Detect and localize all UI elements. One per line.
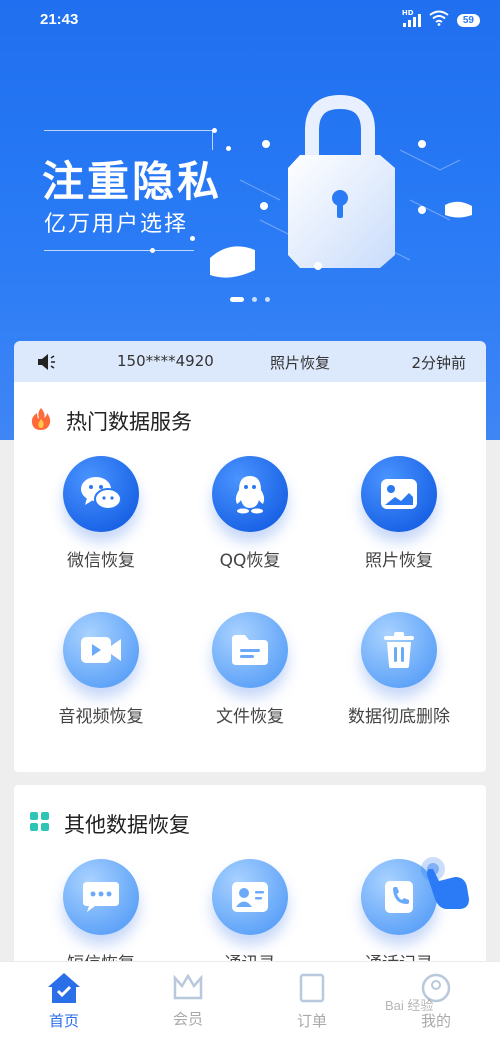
service-contacts-recovery[interactable]: 通讯录 xyxy=(175,859,325,974)
service-sms-recovery[interactable]: 短信恢复 xyxy=(26,859,176,974)
order-icon xyxy=(298,973,326,1008)
fire-icon xyxy=(30,407,52,435)
service-qq-recovery[interactable]: QQ恢复 xyxy=(175,456,325,571)
status-bar: 21:43 HD 59 xyxy=(0,0,500,40)
service-label: 照片恢复 xyxy=(365,551,433,571)
crown-icon xyxy=(172,973,204,1006)
decor-dot xyxy=(150,248,155,253)
folder-icon xyxy=(212,612,288,688)
other-recovery-header: 其他数据恢复 xyxy=(30,809,190,839)
recent-activity-notice: 150****4920 照片恢复 2分钟前 xyxy=(14,341,486,382)
sms-icon xyxy=(63,859,139,935)
page-dot xyxy=(252,297,257,302)
qq-penguin-icon xyxy=(212,456,288,532)
tab-label: 订单 xyxy=(296,1012,327,1030)
notice-time: 2分钟前 xyxy=(411,354,466,372)
pointing-hand-icon xyxy=(419,855,475,919)
service-label: 文件恢复 xyxy=(216,707,284,727)
decor-line xyxy=(44,130,214,131)
decor-dot xyxy=(190,236,195,241)
other-recovery-card: 其他数据恢复 短信恢复 通讯录 xyxy=(14,785,486,985)
tab-membership[interactable]: 会员 xyxy=(138,972,238,1029)
trash-icon xyxy=(361,612,437,688)
speaker-icon xyxy=(36,353,58,375)
banner-subtitle: 亿万用户选择 xyxy=(44,212,189,237)
home-icon xyxy=(47,973,81,1008)
banner-pagination xyxy=(230,297,270,302)
notice-service: 照片恢复 xyxy=(270,354,331,372)
hot-services-title: 热门数据服务 xyxy=(66,410,192,434)
service-wechat-recovery[interactable]: 微信恢复 xyxy=(26,456,176,571)
service-label: 音视频恢复 xyxy=(58,707,144,727)
hot-services-header: 热门数据服务 xyxy=(30,406,192,436)
service-secure-delete[interactable]: 数据彻底删除 xyxy=(324,612,474,727)
tab-orders[interactable]: 订单 xyxy=(262,972,362,1031)
video-icon xyxy=(63,612,139,688)
decor-line xyxy=(44,250,194,251)
service-photo-recovery[interactable]: 照片恢复 xyxy=(324,456,474,571)
battery-indicator: 59 xyxy=(456,13,480,27)
service-label: 数据彻底删除 xyxy=(348,707,450,727)
grid-icon xyxy=(30,812,50,836)
watermark: Bai 经验 xyxy=(385,998,434,1013)
service-media-recovery[interactable]: 音视频恢复 xyxy=(26,612,176,727)
photo-icon xyxy=(361,456,437,532)
status-time: 21:43 xyxy=(40,11,79,28)
service-label: 微信恢复 xyxy=(67,551,135,571)
tab-label: 首页 xyxy=(48,1012,79,1030)
other-recovery-title: 其他数据恢复 xyxy=(64,813,190,837)
system-icons: HD 59 xyxy=(402,9,480,30)
contacts-icon xyxy=(212,859,288,935)
tab-label: 会员 xyxy=(172,1010,203,1028)
service-label: QQ恢复 xyxy=(219,551,281,571)
padlock-illustration xyxy=(210,94,472,278)
notice-phone: 150****4920 xyxy=(117,352,214,370)
network-type: HD xyxy=(401,9,414,17)
page-dot-active xyxy=(230,297,244,302)
service-file-recovery[interactable]: 文件恢复 xyxy=(175,612,325,727)
wifi-icon xyxy=(429,10,449,30)
hot-services-card: 热门数据服务 微信恢复 QQ恢复 照片恢复 音视频恢复 文件恢复 数据彻底删除 xyxy=(14,382,486,772)
banner-title: 注重隐私 xyxy=(42,157,223,206)
signal-icon: HD xyxy=(402,9,421,27)
tab-home[interactable]: 首页 xyxy=(14,972,114,1031)
page-dot xyxy=(265,297,270,302)
wechat-icon xyxy=(63,456,139,532)
